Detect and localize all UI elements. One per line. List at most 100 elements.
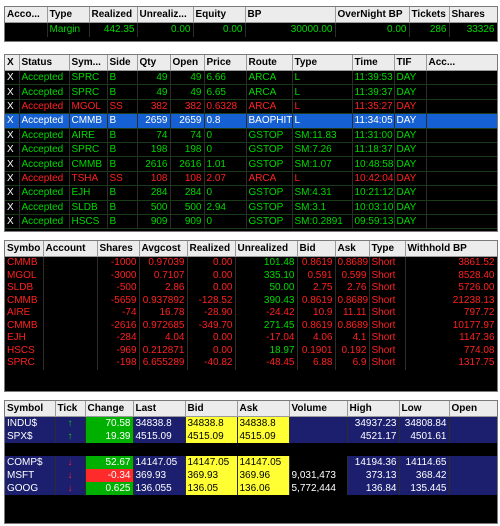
cancel-order-icon[interactable]: X [5, 142, 20, 158]
order-symbol-cell: EJH [69, 185, 108, 201]
order-row[interactable]: X Accepted SPRC B 49 49 6.66 ARCA L 11:39:53 DAY [5, 70, 497, 86]
quotes-col-6[interactable]: Volume [289, 401, 348, 417]
order-side-cell: B [107, 142, 138, 158]
positions-col-2[interactable]: Shares [97, 241, 140, 257]
positions-col-7[interactable]: Ask [335, 241, 370, 257]
orders-col-1[interactable]: Status [19, 55, 70, 71]
orders-col-9[interactable]: Time [352, 55, 395, 71]
position-row[interactable]: CMMB -5659 0.937892 -128.52 390.43 0.8619 0.86… [5, 294, 497, 307]
orders-col-11[interactable]: Acc... [426, 55, 497, 71]
quote-row[interactable]: GOOG ↓ 0.625 136.055 136.05 136.06 5,772,444 13… [5, 482, 497, 495]
order-row[interactable]: X Accepted EJH B 284 284 0 GSTOP SM:4.31 10:21:12… [5, 185, 497, 201]
account-summary-col-7[interactable]: Tickets [409, 7, 450, 23]
positions-col-0[interactable]: Symbo [5, 241, 44, 257]
quote-row[interactable]: COMP$ ↓ 52.67 14147.05 14147.05 14147.05 14194… [5, 456, 497, 469]
arrow-up-icon: ↑ [67, 431, 73, 442]
cancel-order-icon[interactable]: X [5, 99, 20, 115]
orders-col-8[interactable]: Type [292, 55, 353, 71]
orders-col-10[interactable]: TIF [394, 55, 427, 71]
quotes-col-3[interactable]: Last [133, 401, 186, 417]
position-ask-cell: 0.192 [335, 344, 370, 357]
cancel-order-icon[interactable]: X [5, 156, 20, 172]
orders-col-4[interactable]: Qty [137, 55, 171, 71]
order-row[interactable]: X Accepted TSHA SS 108 108 2.07 ARCA L 10:42:04 DA… [5, 171, 497, 187]
order-row[interactable]: X Accepted SLDB B 500 500 2.94 GSTOP SM:3.1 10:03… [5, 200, 497, 215]
order-qty-cell: 49 [137, 70, 171, 86]
order-price-cell: 0 [204, 185, 247, 201]
positions-col-4[interactable]: Realized [187, 241, 236, 257]
position-type-cell: Short [369, 269, 406, 282]
quote-row[interactable]: SPX$ ↑ 19.39 4515.09 4515.09 4515.09 4521.17 45… [5, 430, 497, 443]
positions-table: Symbo Account Shares Avgcost Realized Unreali… [5, 241, 497, 370]
account-summary-col-1[interactable]: Type [47, 7, 90, 23]
order-row[interactable]: X Accepted HSCS B 909 909 0 GSTOP SM:0.2891 09:59… [5, 214, 497, 230]
quotes-col-0[interactable]: Symbol [5, 401, 56, 417]
order-row[interactable]: X Accepted MGOL SS 382 382 0.6328 ARCA L 11:35:27… [5, 99, 497, 115]
positions-col-8[interactable]: Type [369, 241, 406, 257]
cancel-order-icon[interactable]: X [5, 70, 20, 86]
account-summary-col-6[interactable]: OverNight BP [335, 7, 410, 23]
tick-up-icon: ↑ [55, 416, 86, 430]
order-tif-cell: DAY [394, 156, 427, 172]
cancel-order-icon[interactable]: X [5, 171, 20, 187]
account-summary-col-0[interactable]: Acco... [5, 7, 48, 23]
position-row[interactable]: MGOL -3000 0.7107 0.00 335.10 0.591 0.599 Short… [5, 269, 497, 282]
order-side-cell: B [107, 156, 138, 172]
quote-symbol-cell: INDU$ [5, 416, 56, 430]
orders-col-3[interactable]: Side [107, 55, 138, 71]
order-qty-cell: 2659 [137, 113, 171, 129]
quote-group-spacer [5, 443, 497, 456]
order-row[interactable]: X Accepted CMMB B 2616 2616 1.01 GSTOP SM:1.07 10… [5, 156, 497, 172]
orders-col-6[interactable]: Price [204, 55, 247, 71]
account-summary-col-3[interactable]: Unrealiz... [137, 7, 194, 23]
position-row[interactable]: EJH -284 4.04 0.00 -17.04 4.06 4.1 Short 1147.36 [5, 332, 497, 345]
cancel-order-icon[interactable]: X [5, 113, 20, 129]
cancel-order-icon[interactable]: X [5, 214, 20, 230]
position-row[interactable]: SLDB -500 2.86 0.00 50.00 2.75 2.76 Short 5726.0… [5, 282, 497, 295]
quotes-col-1[interactable]: Tick [55, 401, 86, 417]
orders-col-7[interactable]: Route [246, 55, 293, 71]
quotes-col-4[interactable]: Bid [185, 401, 238, 417]
positions-panel: Symbo Account Shares Avgcost Realized Unreali… [4, 240, 498, 392]
order-account-cell [426, 171, 497, 187]
positions-col-6[interactable]: Bid [297, 241, 336, 257]
quotes-col-7[interactable]: High [347, 401, 400, 417]
positions-col-3[interactable]: Avgcost [139, 241, 188, 257]
cancel-order-icon[interactable]: X [5, 128, 20, 143]
quotes-col-5[interactable]: Ask [237, 401, 290, 417]
positions-col-9[interactable]: Withhold BP [405, 241, 497, 257]
positions-col-5[interactable]: Unrealized [235, 241, 298, 257]
position-row[interactable]: AIRE -74 16.78 -28.90 -24.42 10.9 11.11 Short 79… [5, 307, 497, 320]
position-row[interactable]: CMMB -2616 0.972685 -349.70 271.45 0.8619 0.86… [5, 319, 497, 332]
order-price-cell: 0 [204, 128, 247, 143]
quote-row[interactable]: INDU$ ↑ 70.58 34838.8 34838.8 34838.8 34937.23… [5, 416, 497, 430]
position-row[interactable]: HSCS -969 0.212871 0.00 18.97 0.1901 0.192 Shor… [5, 344, 497, 357]
cancel-order-icon[interactable]: X [5, 185, 20, 201]
account-summary-col-5[interactable]: BP [245, 7, 336, 23]
cancel-order-icon[interactable]: X [5, 200, 20, 215]
order-row[interactable]: X Accepted AIRE B 74 74 0 GSTOP SM:11.83 11:31:00… [5, 128, 497, 143]
quotes-col-9[interactable]: Open [449, 401, 497, 417]
orders-col-2[interactable]: Sym... [69, 55, 108, 71]
account-summary-col-4[interactable]: Equity [193, 7, 246, 23]
position-row[interactable]: CMMB -1000 0.97039 0.00 101.48 0.8619 0.8689 Sh… [5, 256, 497, 270]
quotes-col-2[interactable]: Change [85, 401, 134, 417]
orders-col-0[interactable]: X [5, 55, 20, 71]
order-row[interactable]: X Accepted CMMB B 2659 2659 0.8 BAOPHIT L 11:34:0… [5, 113, 497, 129]
quotes-col-8[interactable]: Low [399, 401, 450, 417]
orders-col-5[interactable]: Open [170, 55, 205, 71]
positions-col-1[interactable]: Account [43, 241, 98, 257]
order-price-cell: 0 [204, 142, 247, 158]
account-summary-col-2[interactable]: Realized [89, 7, 138, 23]
position-row[interactable]: SPRC -198 6.655289 -40.82 -48.45 6.88 6.9 Short… [5, 357, 497, 370]
account-summary-col-8[interactable]: Shares [449, 7, 497, 23]
quote-last-cell: 14147.05 [133, 456, 186, 469]
cancel-order-icon[interactable]: X [5, 84, 20, 100]
order-row[interactable]: X Accepted SPRC B 49 49 6.65 ARCA L 11:39:37 DAY [5, 84, 497, 100]
quote-row[interactable]: MSFT ↓ -0.34 369.93 369.93 369.96 9,031,473 373… [5, 469, 497, 482]
account-summary-row[interactable]: Margin 442.35 0.00 0.00 30000.00 0.00 28… [5, 22, 497, 37]
position-bid-cell: 0.8619 [297, 294, 336, 307]
spacer-cell [237, 443, 289, 456]
order-row[interactable]: X Accepted SPRC B 198 198 0 GSTOP SM:7.26 11:18:3… [5, 142, 497, 158]
order-route-cell: BAOPHIT [246, 113, 293, 129]
